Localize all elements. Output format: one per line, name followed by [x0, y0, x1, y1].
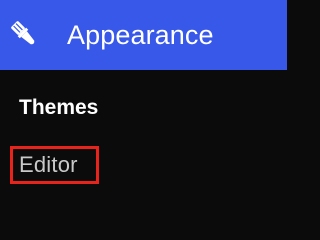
submenu-item-editor[interactable]: Editor [10, 146, 99, 184]
submenu-item-themes[interactable]: Themes [19, 92, 98, 124]
appearance-menu-title: Appearance [67, 20, 214, 50]
appearance-submenu: Themes Editor [0, 70, 287, 200]
appearance-menu-header[interactable]: Appearance [0, 0, 287, 70]
submenu-item-editor-label: Editor [19, 152, 78, 177]
paintbrush-icon [8, 18, 40, 50]
